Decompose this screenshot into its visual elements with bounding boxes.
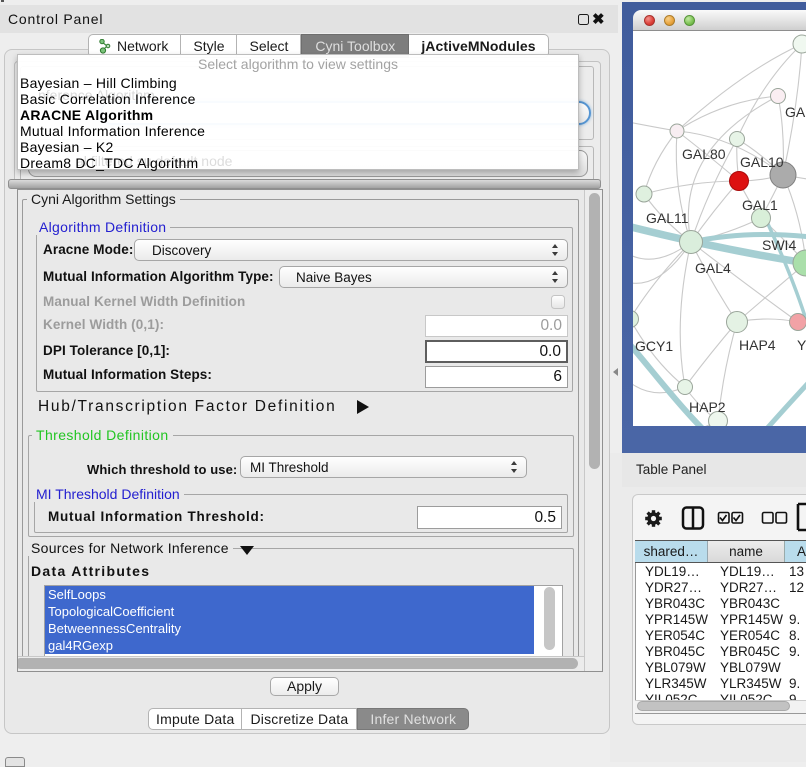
svg-text:GAL80: GAL80	[682, 146, 726, 162]
svg-text:HAP4: HAP4	[739, 337, 776, 353]
svg-text:GAL11: GAL11	[646, 210, 689, 226]
svg-text:GCY1: GCY1	[635, 338, 673, 354]
svg-text:GAL: GAL	[785, 104, 806, 120]
svg-text:GAL1: GAL1	[742, 197, 778, 213]
svg-text:HAP2: HAP2	[689, 399, 726, 415]
svg-text:SWI4: SWI4	[762, 237, 796, 253]
svg-text:GAL4: GAL4	[695, 260, 731, 276]
svg-text:GAL10: GAL10	[740, 154, 784, 170]
svg-text:Y: Y	[797, 337, 806, 353]
